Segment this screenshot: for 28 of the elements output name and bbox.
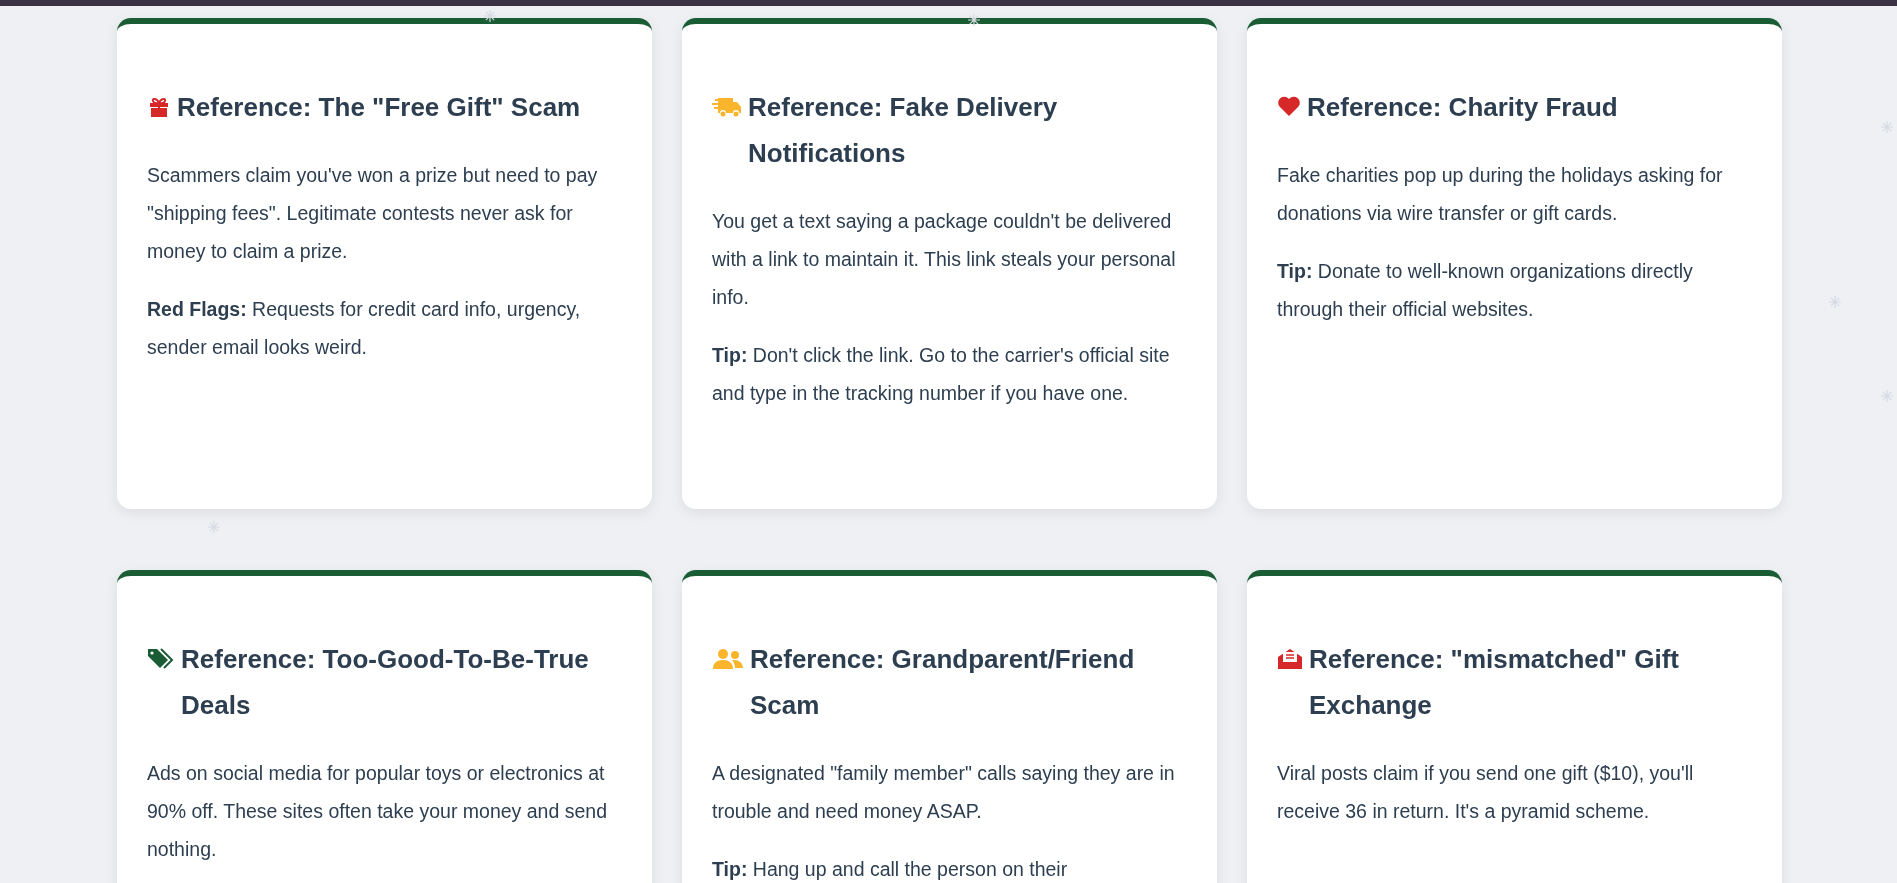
card-text: Tip: Hang up and call the person on their [712,857,1069,882]
card-text: Tip: Don't click the link. Go to the carrier's official site and type in the tracking number if you have one. [712,343,1171,406]
snowflake-icon [208,521,220,533]
users-icon [712,647,744,671]
snowflake-icon [1829,296,1841,308]
snowflake-icon [1881,390,1893,402]
snowflake-icon [968,14,980,26]
card-text: Red Flags: Requests for credit card info, urgency, sender email looks weird. [147,297,582,360]
card-text: You get a text saying a package couldn't be delivered with a link to maintain it. This link steals your personal info. [712,209,1177,310]
card-text: Fake charities pop up during the holidays asking for donations via wire transfer or gift cards. [1277,163,1724,226]
snowflake-icon [1881,121,1893,133]
card-title: Reference: "mismatched" Gift Exchange [1309,643,1680,722]
card-text: Scammers claim you've won a prize but need to pay "shipping fees". Legitimate contests never ask for money to claim a prize. [147,163,599,264]
card-text: Viral posts claim if you send one gift ($10), you'll receive 36 in return. It's a pyramid scheme. [1277,761,1695,824]
heart-icon [1277,95,1301,117]
gift-icon [147,95,171,119]
card-text: Ads on social media for popular toys or electronics at 90% off. These sites often take your money and send nothing. [147,761,608,862]
truck-icon [712,95,742,119]
card-title: Reference: Grandparent/Friend Scam [750,643,1136,722]
envelope-icon [1277,647,1303,671]
snowflake-icon [484,10,496,22]
card-title: Reference: Fake Delivery Notifications [748,91,1059,170]
card-title: Reference: Too-Good-To-Be-True Deals [181,643,590,722]
card-text: Tip: Donate to well-known organizations directly through their official websites. [1277,259,1694,322]
card-text: A designated "family member" calls saying they are in trouble and need money ASAP. [712,761,1176,824]
tags-icon [147,647,175,671]
card-title: Reference: The "Free Gift" Scam [177,91,581,124]
card-title: Reference: Charity Fraud [1307,91,1618,124]
